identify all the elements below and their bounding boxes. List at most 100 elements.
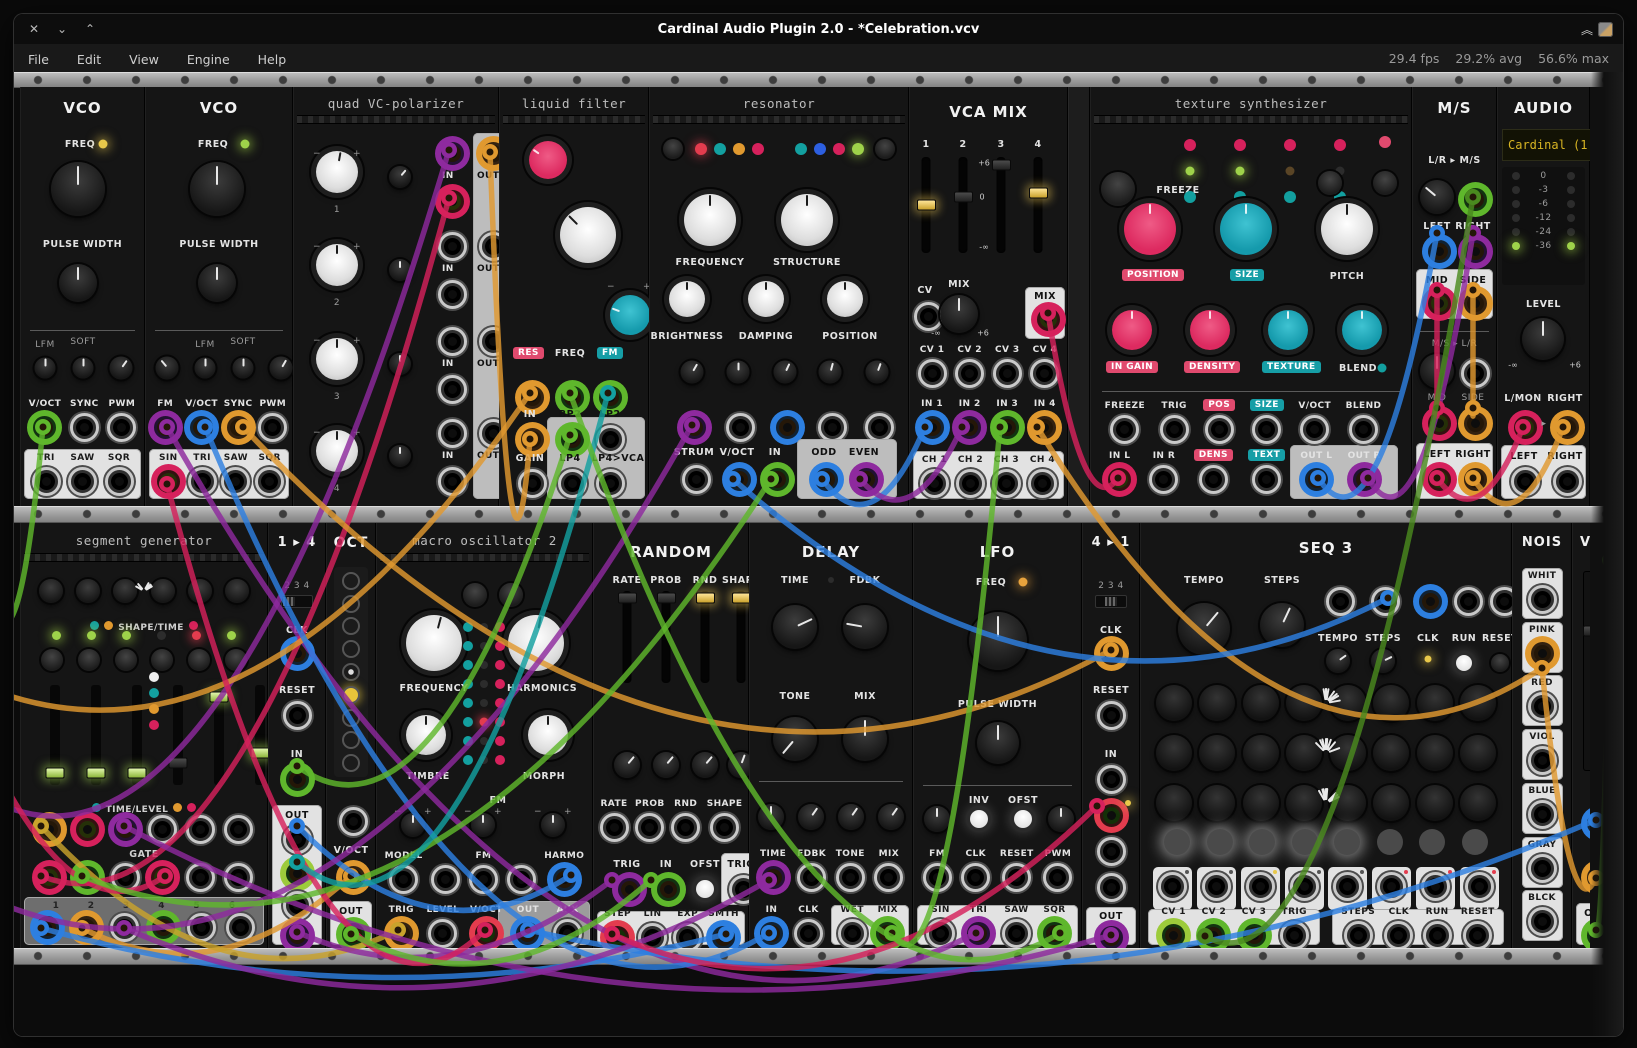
gate-jack[interactable] bbox=[1372, 867, 1411, 910]
seg-mode-button[interactable] bbox=[225, 649, 247, 671]
time-level-jack[interactable] bbox=[35, 815, 64, 844]
soft-knob[interactable] bbox=[233, 358, 254, 379]
reset-jack[interactable] bbox=[283, 701, 312, 730]
cv-atten-knob[interactable] bbox=[681, 361, 704, 384]
device-display[interactable]: Cardinal (1 bbox=[1502, 129, 1590, 161]
cv-jack[interactable] bbox=[726, 413, 755, 442]
cv-jack[interactable] bbox=[339, 807, 368, 836]
time-level-jack[interactable] bbox=[148, 815, 177, 844]
out-jack[interactable] bbox=[638, 923, 667, 948]
io-jack[interactable] bbox=[472, 919, 501, 948]
gate-jack[interactable] bbox=[1460, 867, 1499, 910]
mode-button[interactable] bbox=[1318, 171, 1342, 195]
out-jack[interactable] bbox=[1040, 919, 1069, 948]
menu-item[interactable]: File bbox=[14, 52, 63, 67]
mode-icon[interactable] bbox=[1284, 191, 1296, 203]
blank-panel[interactable] bbox=[1068, 87, 1090, 506]
seg-out-jack[interactable] bbox=[72, 913, 101, 942]
output-jack[interactable] bbox=[956, 469, 985, 498]
step-button[interactable] bbox=[1292, 829, 1318, 855]
seg-slider[interactable] bbox=[50, 685, 60, 785]
blend-icon[interactable] bbox=[1184, 139, 1196, 151]
cv-jack[interactable] bbox=[1030, 359, 1059, 388]
shape-cv-knob[interactable] bbox=[728, 752, 749, 778]
voct-jack[interactable] bbox=[725, 465, 754, 494]
cv-jack[interactable] bbox=[914, 302, 943, 331]
ch1-knob[interactable] bbox=[316, 151, 358, 193]
blend-icon[interactable] bbox=[1284, 139, 1296, 151]
lfm-knob[interactable] bbox=[195, 358, 216, 379]
prob-fader[interactable] bbox=[662, 591, 671, 683]
out-jack-2[interactable] bbox=[283, 859, 312, 888]
cv-atten-knob[interactable] bbox=[727, 361, 750, 384]
cv-atten-knob[interactable] bbox=[866, 361, 889, 384]
seg-out-jack[interactable] bbox=[110, 913, 139, 942]
res-knob[interactable] bbox=[529, 141, 567, 179]
cv-jack[interactable] bbox=[918, 359, 947, 388]
input-jack[interactable] bbox=[918, 413, 947, 442]
blend-icon[interactable] bbox=[1234, 139, 1246, 151]
fm-jack[interactable] bbox=[596, 383, 625, 412]
inv-button[interactable] bbox=[970, 810, 988, 828]
left-out-jack[interactable] bbox=[1511, 467, 1540, 496]
io-jack[interactable] bbox=[1252, 465, 1281, 494]
cv-jack[interactable] bbox=[1300, 415, 1329, 444]
out-jack-4[interactable] bbox=[283, 921, 312, 948]
step-button[interactable] bbox=[1462, 829, 1488, 855]
position-knob[interactable] bbox=[827, 281, 863, 317]
output-jack[interactable] bbox=[221, 467, 250, 496]
shape-knob[interactable] bbox=[39, 579, 63, 603]
in-jack-4[interactable] bbox=[1097, 873, 1126, 902]
gate-jack[interactable] bbox=[73, 863, 102, 892]
side-out-jack[interactable] bbox=[1461, 289, 1490, 318]
module-lfo[interactable]: LFO FREQ PULSE WIDTH INV OFST FMCLKRESET… bbox=[913, 523, 1082, 948]
in-jack-1[interactable] bbox=[1097, 765, 1126, 794]
menu-item[interactable]: View bbox=[115, 52, 173, 67]
ch1-cv-knob[interactable] bbox=[389, 166, 411, 188]
noise-out-jack[interactable] bbox=[1528, 746, 1557, 775]
output-jack[interactable] bbox=[920, 469, 949, 498]
octave-cell[interactable] bbox=[342, 731, 360, 749]
pulse-width-knob[interactable] bbox=[59, 264, 97, 302]
seg-mode-button[interactable] bbox=[41, 649, 63, 671]
minimize-icon[interactable]: ⌄ bbox=[54, 22, 70, 36]
gate-jack[interactable] bbox=[1241, 867, 1280, 910]
cv-jack[interactable] bbox=[389, 865, 418, 894]
gain-jack[interactable] bbox=[518, 469, 547, 498]
left-in-jack[interactable] bbox=[1425, 237, 1454, 266]
gate-jack[interactable] bbox=[111, 863, 140, 892]
mode-icon[interactable] bbox=[714, 143, 726, 155]
output-jack[interactable] bbox=[105, 467, 134, 496]
out-jack[interactable] bbox=[1002, 919, 1031, 948]
output-jack[interactable] bbox=[68, 467, 97, 496]
reset-in-jack[interactable] bbox=[1490, 587, 1512, 616]
cv-jack[interactable] bbox=[1160, 415, 1189, 444]
steps-cv-jack[interactable] bbox=[1371, 587, 1400, 616]
right-out-jack[interactable] bbox=[1553, 467, 1582, 496]
harmonics-knob[interactable] bbox=[508, 615, 564, 671]
cv-jack[interactable] bbox=[550, 865, 579, 894]
model-next-button[interactable] bbox=[499, 583, 523, 607]
tempo-cv-jack[interactable] bbox=[1326, 587, 1355, 616]
out-jack[interactable] bbox=[964, 919, 993, 948]
seg-out-jack[interactable] bbox=[33, 913, 62, 942]
output-jack[interactable] bbox=[154, 467, 183, 496]
soft-knob[interactable] bbox=[73, 358, 94, 379]
cv-jack[interactable] bbox=[993, 359, 1022, 388]
ofst-button[interactable] bbox=[1014, 810, 1032, 828]
right-in-jack[interactable] bbox=[1461, 237, 1490, 266]
out-jack[interactable] bbox=[838, 919, 867, 948]
rnd-cv-knob[interactable] bbox=[692, 752, 718, 778]
fdbk-knob[interactable] bbox=[843, 605, 887, 649]
freq-knob[interactable] bbox=[969, 612, 1027, 670]
lmon-in-jack[interactable] bbox=[1511, 413, 1540, 442]
mode-icon[interactable] bbox=[814, 143, 826, 155]
clk-jack[interactable] bbox=[1097, 639, 1126, 668]
tone-knob[interactable] bbox=[773, 717, 817, 761]
fader-4[interactable] bbox=[1034, 157, 1043, 253]
io-jack[interactable] bbox=[1350, 465, 1379, 494]
input-jack[interactable] bbox=[993, 413, 1022, 442]
module-vco-1[interactable]: VCO FREQ PULSE WIDTH LFM SOFT V/OCTSYNCP… bbox=[20, 87, 145, 506]
out-jack[interactable] bbox=[1463, 921, 1492, 948]
ch3-in2-jack[interactable] bbox=[438, 375, 467, 404]
